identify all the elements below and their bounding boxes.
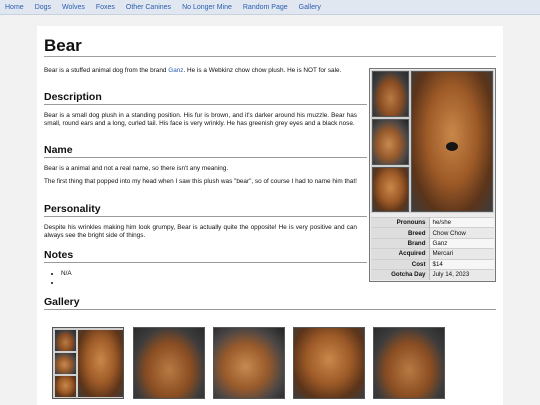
gallery-image[interactable] [373, 327, 445, 399]
description-heading: Description [44, 91, 102, 103]
intro-text-start: Bear is a stuffed animal dog from the br… [44, 67, 169, 74]
collage-thumb [55, 376, 76, 397]
notes-divider [44, 262, 367, 263]
infobox-value: $14 [429, 258, 494, 270]
nav-home-link[interactable]: Home [5, 4, 24, 11]
nav-wolves-link[interactable]: Wolves [62, 4, 85, 11]
collage-thumb [55, 330, 76, 351]
infobox-photo-collage [371, 70, 494, 213]
infobox-value: Ganz [429, 237, 494, 249]
infobox-photo[interactable] [372, 119, 409, 165]
description-text: Bear is a small dog plush in a standing … [44, 112, 357, 128]
infobox-key: Cost [371, 258, 430, 270]
top-navigation: Home Dogs Wolves Foxes Other Canines No … [0, 0, 540, 15]
nav-foxes-link[interactable]: Foxes [96, 4, 115, 11]
nav-no-longer-mine-link[interactable]: No Longer Mine [182, 4, 232, 11]
plush-nose [446, 142, 458, 151]
infobox-value: July 14, 2023 [429, 268, 494, 280]
infobox-photo[interactable] [372, 167, 409, 212]
gallery-heading: Gallery [44, 296, 80, 308]
title-divider [44, 56, 496, 57]
notes-list-item: N/A [61, 270, 72, 279]
infobox-key: Brand [371, 237, 430, 249]
nav-other-canines-link[interactable]: Other Canines [126, 4, 171, 11]
gallery-image[interactable] [293, 327, 365, 399]
infobox-key: Gotcha Day [371, 268, 430, 280]
infobox-row: Pronouns he/she [371, 216, 494, 228]
notes-list: N/A [53, 270, 72, 287]
collage-main [78, 330, 123, 397]
infobox-table: Pronouns he/she Breed Chow Chow Brand Ganz … [371, 216, 494, 280]
nav-dogs-link[interactable]: Dogs [35, 4, 51, 11]
infobox-row: Brand Ganz [371, 237, 494, 249]
personality-divider [44, 216, 367, 217]
brand-link[interactable]: Ganz [168, 67, 183, 74]
gallery-image[interactable] [133, 327, 205, 399]
gallery-image[interactable] [213, 327, 285, 399]
infobox-value: Chow Chow [429, 227, 494, 239]
name-text-1: Bear is a animal and not a real name, so… [44, 165, 229, 172]
infobox-key: Breed [371, 227, 430, 239]
description-divider [44, 104, 367, 105]
collage-thumb [55, 353, 76, 374]
notes-list-item [61, 279, 72, 288]
infobox-key: Pronouns [371, 216, 430, 228]
name-divider [44, 157, 367, 158]
page-content: Bear Bear is a stuffed animal dog from t… [37, 26, 503, 405]
page-title: Bear [44, 36, 82, 55]
nav-gallery-link[interactable]: Gallery [299, 4, 321, 11]
infobox-row: Cost $14 [371, 258, 494, 270]
infobox-photo[interactable] [372, 71, 409, 117]
intro-paragraph: Bear is a stuffed animal dog from the br… [44, 67, 357, 75]
personality-heading: Personality [44, 203, 101, 215]
nav-random-page-link[interactable]: Random Page [243, 4, 288, 11]
infobox-row: Breed Chow Chow [371, 227, 494, 239]
infobox-value: Mercari [429, 248, 494, 260]
infobox-row: Acquired Mercari [371, 248, 494, 260]
notes-heading: Notes [44, 249, 74, 261]
gallery-divider [44, 309, 496, 310]
intro-text-end: . He is a Webkinz chow chow plush. He is… [183, 67, 342, 74]
infobox-main-photo[interactable] [411, 71, 493, 212]
infobox: Pronouns he/she Breed Chow Chow Brand Ganz … [369, 68, 496, 282]
infobox-key: Acquired [371, 248, 430, 260]
name-text-2: The first thing that popped into my head… [44, 178, 357, 185]
gallery-image-collage[interactable] [52, 327, 124, 399]
infobox-value: he/she [429, 216, 494, 228]
name-heading: Name [44, 144, 73, 156]
infobox-row: Gotcha Day July 14, 2023 [371, 268, 494, 280]
personality-text: Despite his wrinkles making him look gru… [44, 224, 357, 240]
